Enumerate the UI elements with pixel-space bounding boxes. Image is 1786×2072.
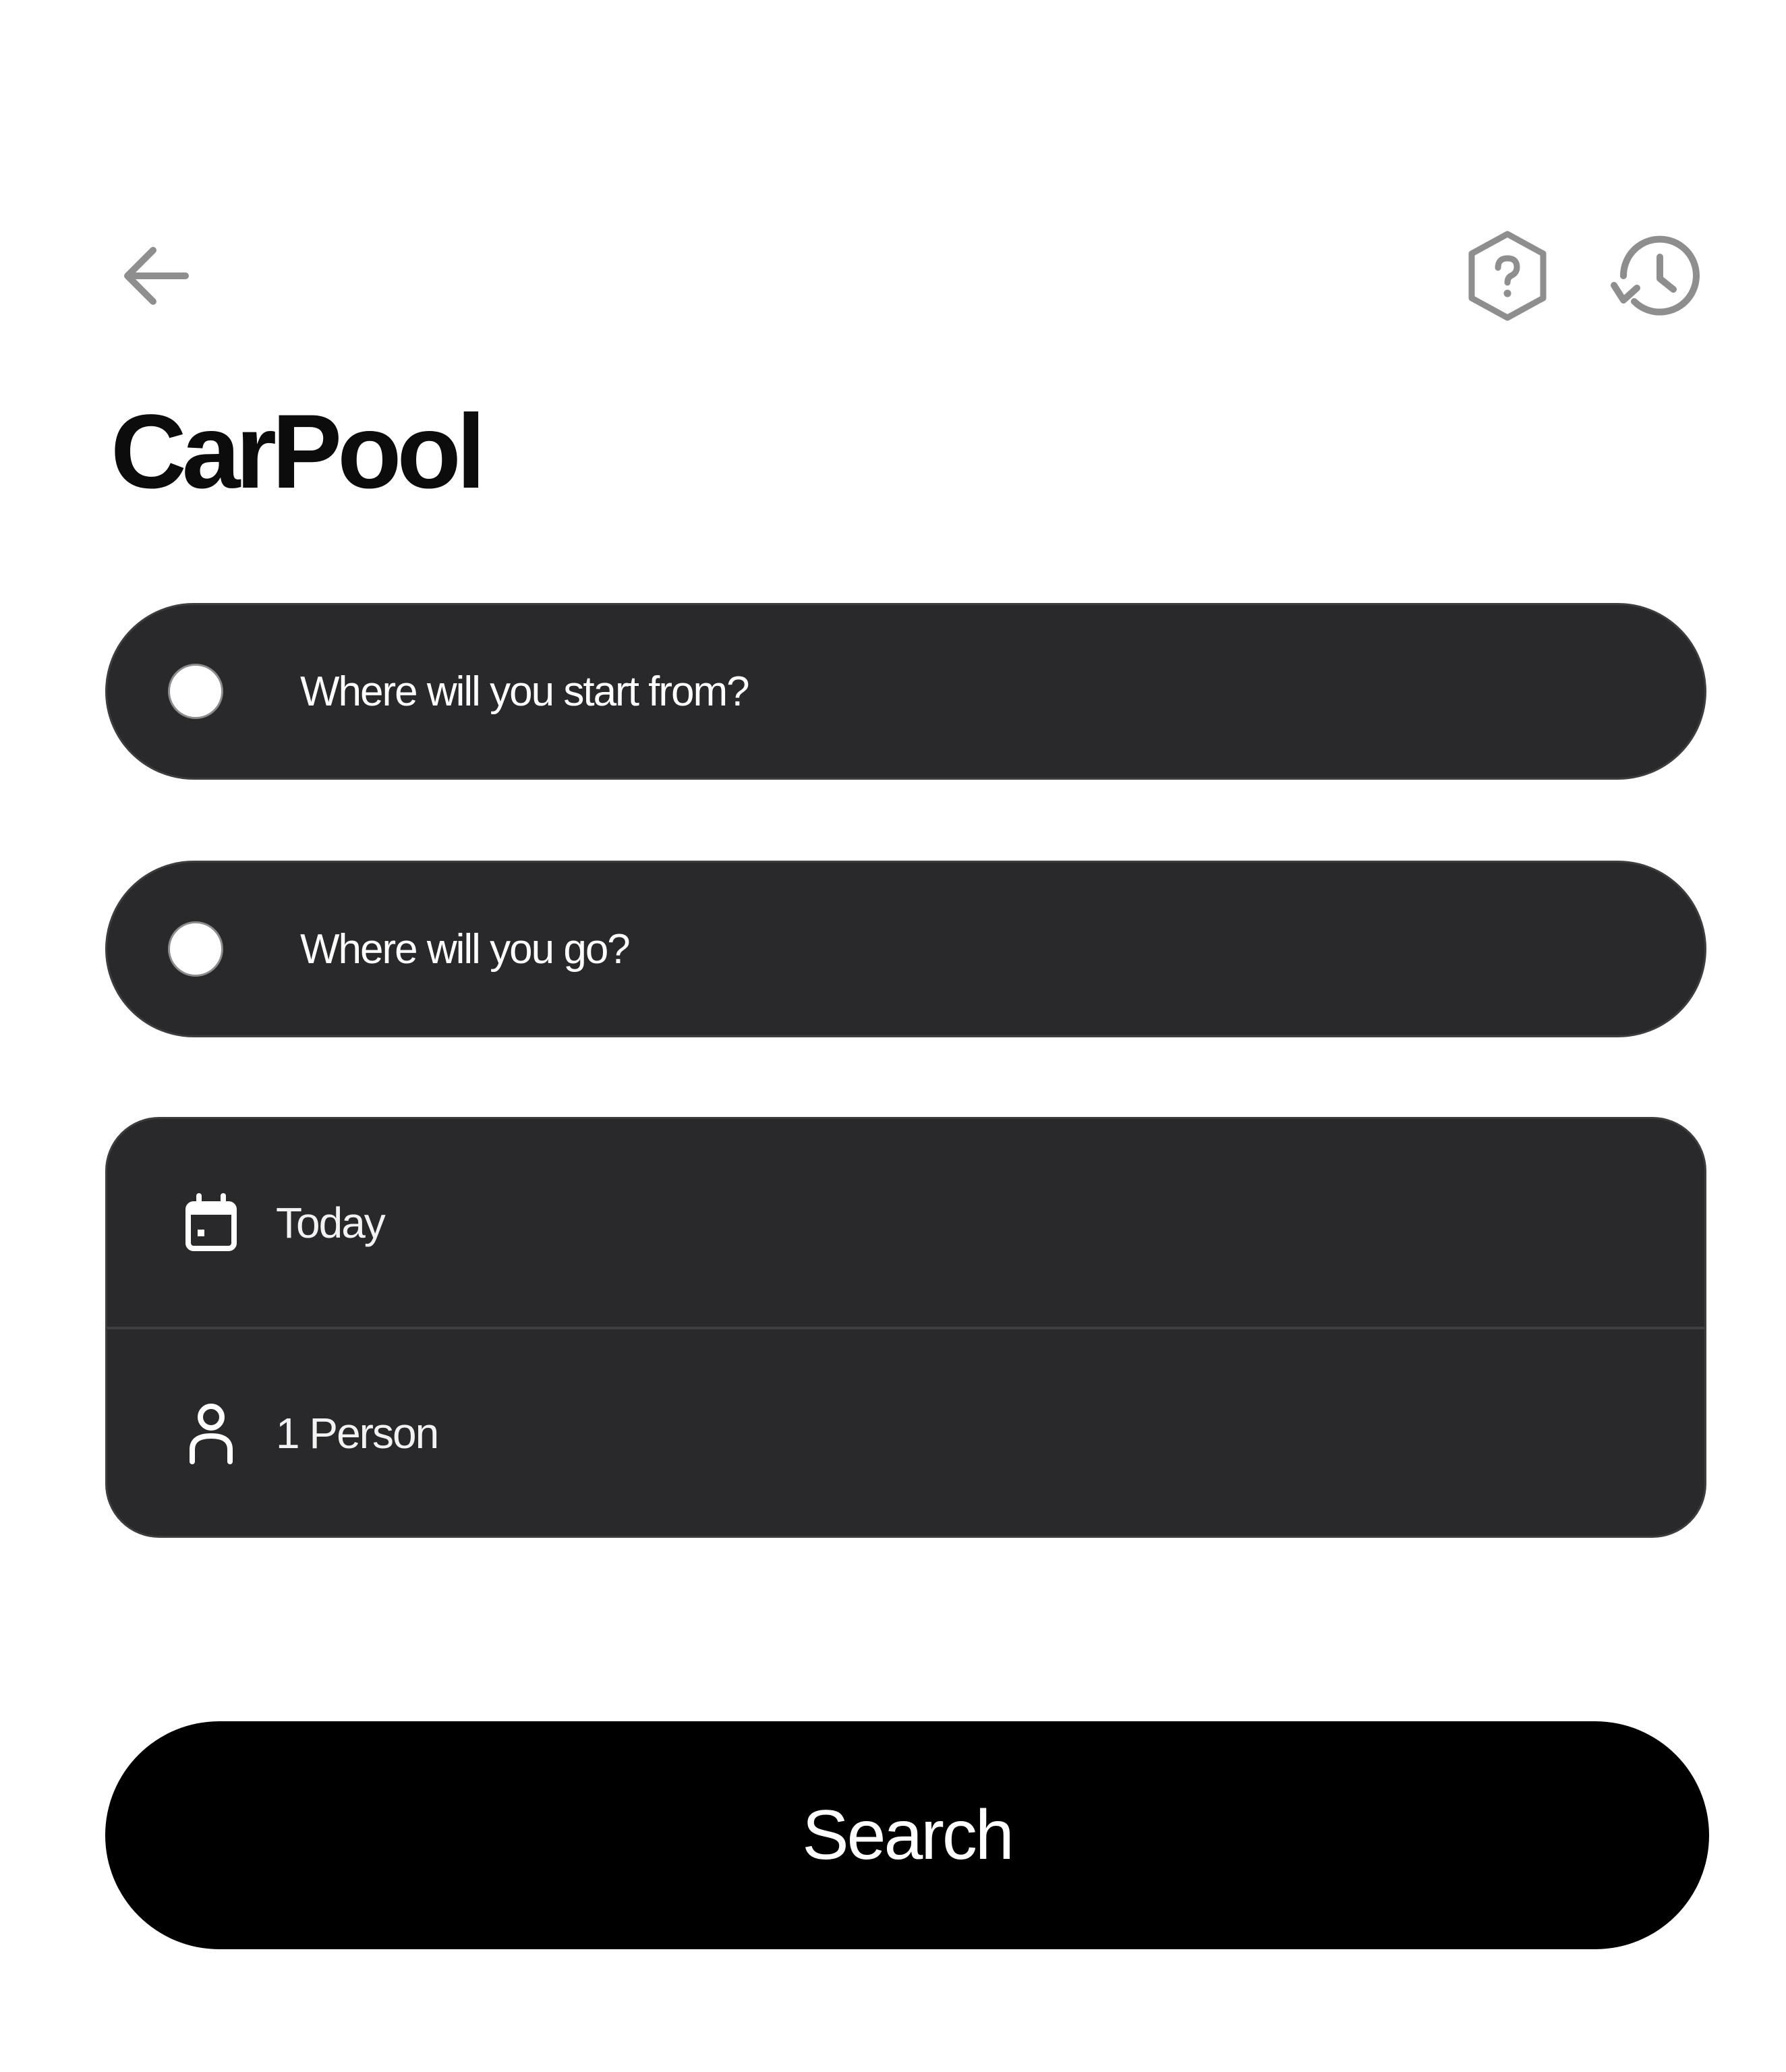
carpool-screen: CarPool Where will you start from? Where… <box>0 0 1786 2072</box>
history-button[interactable] <box>1605 225 1706 326</box>
page-title: CarPool <box>111 393 486 511</box>
help-button[interactable] <box>1457 225 1558 326</box>
person-icon <box>181 1401 241 1466</box>
back-button[interactable] <box>108 232 202 320</box>
trip-options-card: Today 1 Person <box>105 1117 1706 1538</box>
start-point-icon <box>168 664 223 719</box>
start-location-field[interactable]: Where will you start from? <box>105 603 1706 780</box>
start-location-placeholder: Where will you start from? <box>300 668 750 715</box>
date-label: Today <box>276 1199 386 1247</box>
destination-placeholder: Where will you go? <box>300 925 631 973</box>
history-clock-icon <box>1611 235 1700 316</box>
hexagon-question-icon <box>1468 231 1547 321</box>
passenger-label: 1 Person <box>276 1409 439 1458</box>
calendar-icon <box>181 1190 241 1255</box>
arrow-left-icon <box>124 247 189 305</box>
destination-point-icon <box>168 921 223 977</box>
date-selector[interactable]: Today <box>107 1119 1704 1327</box>
search-button[interactable]: Search <box>105 1721 1709 1949</box>
passenger-selector[interactable]: 1 Person <box>107 1329 1704 1537</box>
destination-field[interactable]: Where will you go? <box>105 861 1706 1037</box>
